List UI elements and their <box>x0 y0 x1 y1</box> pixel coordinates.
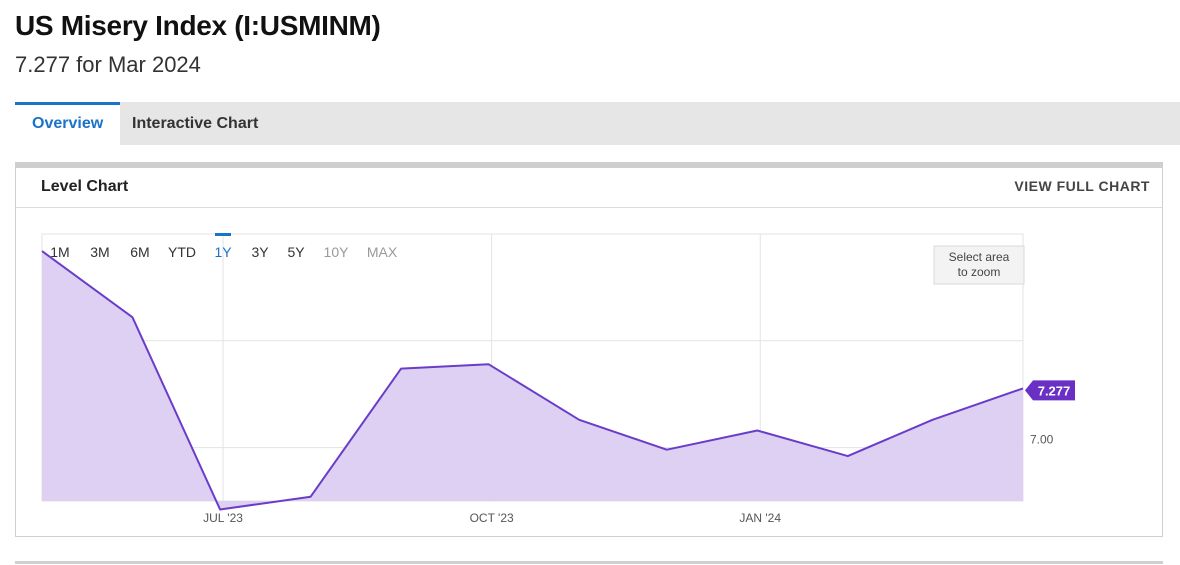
range-button-5y[interactable]: 5Y <box>287 244 305 260</box>
data-point <box>1021 386 1025 390</box>
range-button-ytd[interactable]: YTD <box>168 244 196 260</box>
data-point <box>399 367 403 371</box>
level-chart[interactable]: JUL '23 OCT '23 JAN '24 7.00 7.277 1M 3M 6M YTD 1… <box>0 0 1180 565</box>
data-point <box>930 418 934 422</box>
data-point <box>846 454 850 458</box>
range-button-max: MAX <box>367 244 398 260</box>
x-tick-label: OCT '23 <box>470 511 514 525</box>
data-point <box>755 429 759 433</box>
zoom-hint-text: to zoom <box>958 265 1001 279</box>
data-point <box>487 362 491 366</box>
x-tick-label: JUL '23 <box>203 511 243 525</box>
data-point <box>665 448 669 452</box>
range-button-1y[interactable]: 1Y <box>214 244 232 260</box>
y-tick-label: 7.00 <box>1030 433 1054 447</box>
data-point <box>40 249 44 253</box>
range-button-3y[interactable]: 3Y <box>251 244 269 260</box>
zoom-hint-text: Select area <box>949 250 1010 264</box>
range-button-3m[interactable]: 3M <box>90 244 109 260</box>
last-value-label: 7.277 <box>1038 383 1071 398</box>
range-active-indicator <box>215 233 231 236</box>
range-button-10y: 10Y <box>324 244 350 260</box>
data-point <box>131 315 135 319</box>
data-point <box>577 418 581 422</box>
x-tick-label: JAN '24 <box>739 511 781 525</box>
data-point <box>309 495 313 499</box>
range-button-1m[interactable]: 1M <box>50 244 69 260</box>
range-button-6m[interactable]: 6M <box>130 244 149 260</box>
